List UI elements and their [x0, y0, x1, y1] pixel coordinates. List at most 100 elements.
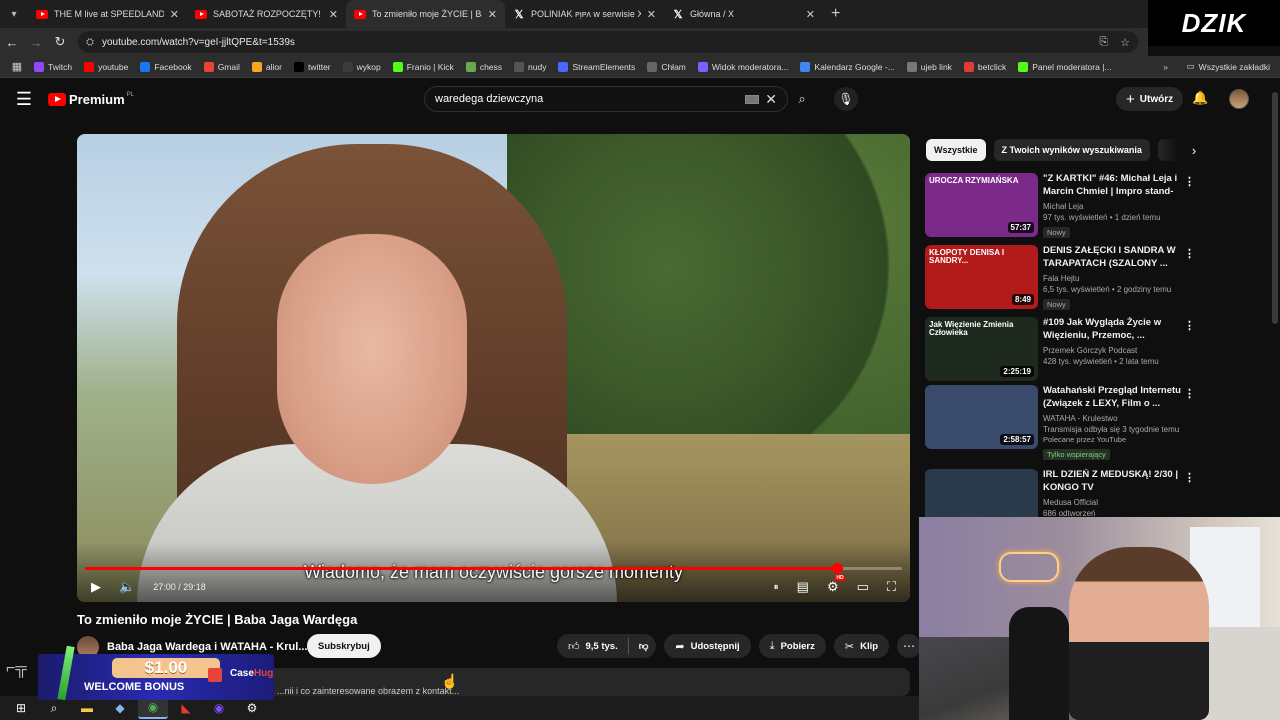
subscribe-button[interactable]: Subskrybuj	[307, 634, 381, 658]
app-icon-3[interactable]: ◉	[204, 697, 234, 719]
page-scrollbar[interactable]	[1272, 92, 1278, 324]
search-icon[interactable]: ⌕	[788, 86, 816, 112]
bookmark-label: Widok moderatora...	[711, 61, 789, 72]
bookmark-item[interactable]: youtube	[84, 61, 128, 72]
brand-accent: Hug	[253, 668, 274, 679]
progress-bar[interactable]	[85, 563, 902, 574]
bookmark-item[interactable]: Gmail	[203, 61, 240, 72]
bookmark-item[interactable]: betclick	[963, 61, 1006, 72]
more-bookmarks-icon[interactable]: »	[1163, 62, 1168, 72]
back-icon[interactable]: ←	[0, 35, 24, 50]
app-icon-1[interactable]: ◆	[105, 697, 135, 719]
chip-from-search[interactable]: Z Twoich wyników wyszukiwania	[993, 139, 1150, 161]
video-thumbnail[interactable]: KŁOPOTY DENISA I SANDRY... 8:49	[925, 245, 1038, 309]
clip-button[interactable]: ✂ Klip	[833, 634, 890, 658]
site-info-icon[interactable]: ⛭	[86, 37, 94, 48]
new-tab-button[interactable]: +	[831, 5, 840, 23]
theater-mode-icon[interactable]: ▭	[857, 579, 869, 595]
bookmark-item[interactable]: Facebook	[140, 61, 192, 72]
bookmark-favicon-icon	[34, 61, 44, 72]
bookmark-item[interactable]: StreamElements	[558, 61, 635, 72]
view-count: 6,5 tys. wyświetleń • 2 godziny temu	[1043, 284, 1172, 294]
bookmark-item[interactable]: twitter	[293, 61, 331, 72]
reload-icon[interactable]: ↻	[48, 34, 72, 50]
welcome-bonus-banner[interactable]: $1.00 WELCOME BONUS CaseHug	[38, 645, 274, 701]
apps-icon[interactable]: ▦	[0, 60, 34, 73]
like-icon[interactable]: 👍︎	[568, 640, 580, 653]
close-tab-icon[interactable]: ✕	[329, 8, 338, 21]
settings-gear-icon[interactable]: ⚙	[827, 575, 845, 595]
browser-tab[interactable]: 𝕏 Główna / X ✕	[664, 0, 823, 28]
recommended-video[interactable]: 2:58:57 Watahański Przegląd Internetu (Zw…	[925, 385, 1195, 460]
download-button[interactable]: ⤓ Pobierz	[758, 634, 826, 658]
chrome-icon[interactable]: ◉	[138, 697, 168, 719]
dislike-icon[interactable]: 👎︎	[639, 640, 649, 652]
mouse-cursor-icon: ☝	[441, 673, 459, 689]
forward-icon[interactable]: →	[24, 35, 48, 50]
recommended-video[interactable]: KŁOPOTY DENISA I SANDRY... 8:49 DENIS ZAŁĘ…	[925, 245, 1195, 310]
close-tab-icon[interactable]: ✕	[488, 8, 497, 21]
close-tab-icon[interactable]: ✕	[806, 8, 815, 21]
bookmark-item[interactable]: Widok moderatora...	[697, 61, 789, 72]
chevron-right-icon[interactable]: ›	[1192, 143, 1196, 158]
create-button[interactable]: + Utwórz	[1116, 87, 1184, 111]
url-bar[interactable]: ⛭ youtube.com/watch?v=geI-jjltQPE&t=1539…	[78, 31, 1138, 53]
keyboard-icon[interactable]	[745, 94, 760, 104]
bookmark-item[interactable]: Twitch	[34, 61, 72, 72]
install-app-icon[interactable]: ⎘	[1099, 36, 1108, 49]
more-options-icon[interactable]: ⋮	[1184, 247, 1195, 260]
close-tab-icon[interactable]: ✕	[170, 8, 179, 21]
bookmark-item[interactable]: Chłam	[647, 61, 686, 72]
bookmark-item[interactable]: alior	[251, 61, 282, 72]
app-icon-2[interactable]: ◣	[171, 697, 201, 719]
video-thumbnail[interactable]: UROCZA RZYMIAŃSKA 57:37	[925, 173, 1038, 237]
more-options-icon[interactable]: ⋮	[1184, 387, 1195, 400]
bookmark-item[interactable]: Franio | Kick	[392, 61, 454, 72]
close-tab-icon[interactable]: ✕	[647, 8, 656, 21]
notifications-bell-icon[interactable]: 🔔	[1192, 90, 1208, 106]
subtitles-icon[interactable]: ▤	[797, 579, 809, 595]
bookmark-item[interactable]: chess	[465, 61, 502, 72]
like-count[interactable]: 9,5 tys.	[586, 641, 618, 652]
browser-tab[interactable]: To zmieniło moje ŻYCIE | Baba ✕	[346, 0, 505, 28]
video-thumbnail[interactable]: 2:58:57	[925, 385, 1038, 449]
microphone-icon[interactable]: 🎙	[834, 87, 858, 111]
more-actions-icon[interactable]: ⋯	[897, 634, 922, 658]
settings-taskbar-icon[interactable]: ⚙	[237, 697, 267, 719]
play-icon[interactable]: ▶	[91, 579, 101, 595]
file-explorer-icon[interactable]: ▬	[72, 697, 102, 719]
channel-name: Przemek Górczyk Podcast	[1043, 345, 1138, 355]
bookmark-star-icon[interactable]: ☆	[1120, 36, 1130, 49]
browser-tab[interactable]: 𝕏 POLINIAK ᴘᴉᴘᴧ w serwisie X: „Do ✕	[505, 0, 664, 28]
bookmark-item[interactable]: ujeb link	[906, 61, 952, 72]
channel-name[interactable]: Baba Jaga Wardega i WATAHA - Krul...	[107, 641, 307, 653]
fullscreen-icon[interactable]: ⛶	[887, 579, 896, 595]
video-player[interactable]: Wiadomo, że mam oczywiście gorsze moment…	[77, 134, 910, 602]
recommended-video[interactable]: Jak Więzienie Zmienia Człowieka 2:25:19 #1…	[925, 317, 1195, 381]
bookmark-item[interactable]: Kalendarz Google -...	[800, 61, 895, 72]
tab-search-button[interactable]: ▾	[4, 4, 24, 24]
bookmark-item[interactable]: Panel moderatora |...	[1018, 61, 1112, 72]
volume-icon[interactable]: 🔈	[119, 579, 135, 595]
video-title: IRL DZIEŃ Z MEDUSKĄ! 2/30 | KONGO TV	[1043, 469, 1178, 493]
browser-tab[interactable]: SABOTAŻ ROZPOCZĘTY! SABOT ✕	[187, 0, 346, 28]
bookmark-item[interactable]: nudy	[514, 61, 546, 72]
hamburger-menu-icon[interactable]: ☰	[0, 89, 48, 110]
share-button[interactable]: ➦ Udostępnij	[664, 634, 751, 658]
youtube-logo[interactable]: Premium PL	[48, 92, 134, 107]
video-thumbnail[interactable]: Jak Więzienie Zmienia Człowieka 2:25:19	[925, 317, 1038, 381]
autoplay-toggle[interactable]: ⏸︎	[774, 582, 779, 593]
avatar[interactable]	[1229, 89, 1249, 109]
all-bookmarks-button[interactable]: ▭ Wszystkie zakładki	[1187, 61, 1270, 72]
clear-search-icon[interactable]: ✕	[765, 91, 777, 108]
more-options-icon[interactable]: ⋮	[1184, 471, 1195, 484]
search-input[interactable]: waredega dziewczyna ✕	[424, 86, 788, 112]
bookmark-item[interactable]: wykop	[342, 61, 381, 72]
description-text: ...nii i co zainteresowane obrazem z kon…	[277, 686, 460, 696]
browser-tab[interactable]: THE M live at SPEEDLAND FEST ✕	[28, 0, 187, 28]
start-icon[interactable]: ⊞	[6, 697, 36, 719]
recommended-video[interactable]: UROCZA RZYMIAŃSKA 57:37 "Z KARTKI" #46: Mi…	[925, 173, 1195, 238]
more-options-icon[interactable]: ⋮	[1184, 319, 1195, 332]
more-options-icon[interactable]: ⋮	[1184, 175, 1195, 188]
chip-all[interactable]: Wszystkie	[926, 139, 986, 161]
